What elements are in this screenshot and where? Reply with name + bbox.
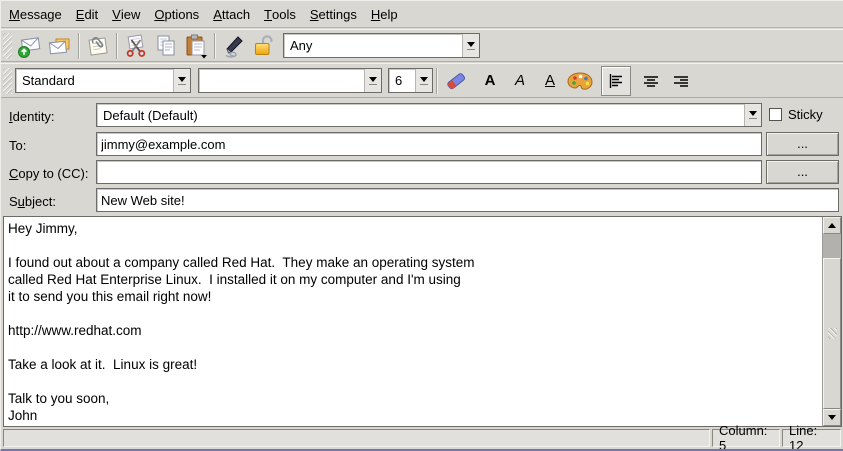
to-address-book-button[interactable]: ... xyxy=(766,132,839,156)
to-field-wrap xyxy=(96,132,762,156)
encrypt-button[interactable] xyxy=(249,31,279,61)
bold-icon: A xyxy=(485,72,496,89)
paste-icon xyxy=(183,33,209,59)
crypto-format-value: Any xyxy=(284,34,462,57)
font-size-combo[interactable]: 6 xyxy=(388,68,433,93)
arrow-up-icon xyxy=(828,223,836,228)
align-center-button[interactable] xyxy=(636,66,666,96)
align-center-icon xyxy=(642,72,660,90)
send-mail-icon xyxy=(17,33,43,59)
bold-button[interactable]: A xyxy=(475,66,505,96)
underline-icon: A xyxy=(545,72,555,89)
queue-button[interactable] xyxy=(45,31,75,61)
chevron-down-icon[interactable] xyxy=(415,69,432,92)
attach-button[interactable] xyxy=(83,31,113,61)
chevron-down-icon[interactable] xyxy=(744,104,761,126)
sticky-checkbox-row[interactable]: Sticky xyxy=(769,107,823,122)
chevron-down-icon[interactable] xyxy=(173,69,190,92)
font-size-value: 6 xyxy=(389,69,415,92)
chevron-down-icon[interactable] xyxy=(462,34,479,57)
align-left-icon xyxy=(607,72,625,90)
sign-button[interactable] xyxy=(219,31,249,61)
status-line-indicator: Line: 12 xyxy=(782,429,841,447)
italic-button[interactable]: A xyxy=(505,66,535,96)
scroll-up-button[interactable] xyxy=(823,217,841,234)
scrollbar-trough[interactable] xyxy=(823,234,841,258)
menu-tools[interactable]: Tools xyxy=(257,1,303,27)
menu-message[interactable]: Message xyxy=(2,1,69,27)
sign-message-icon xyxy=(221,33,247,59)
attach-file-icon xyxy=(85,33,111,59)
send-button[interactable] xyxy=(15,31,45,61)
status-message-panel xyxy=(3,429,710,447)
queue-mail-icon xyxy=(47,33,73,59)
to-input[interactable] xyxy=(97,133,761,155)
message-body-text[interactable]: Hey Jimmy, I found out about a company c… xyxy=(4,217,822,426)
paragraph-style-value: Standard xyxy=(16,69,173,92)
paragraph-style-combo[interactable]: Standard xyxy=(15,68,191,93)
cc-label: Copy to (CC): xyxy=(9,166,88,181)
main-toolbar: Any xyxy=(1,29,843,62)
grip-icon xyxy=(828,328,837,339)
cc-address-book-button[interactable]: ... xyxy=(766,160,839,184)
menu-settings[interactable]: Settings xyxy=(303,1,364,27)
eraser-icon xyxy=(443,68,469,94)
message-body-editor: Hey Jimmy, I found out about a company c… xyxy=(3,216,842,427)
toolbar-separator xyxy=(214,33,216,59)
format-toolbar: Standard 6 A A A xyxy=(1,63,843,98)
arrow-down-icon xyxy=(828,415,836,420)
chevron-down-icon[interactable] xyxy=(364,69,381,92)
copy-button[interactable] xyxy=(151,31,181,61)
italic-icon: A xyxy=(515,72,525,89)
cc-input[interactable] xyxy=(97,161,761,183)
subject-label: Subject: xyxy=(9,194,56,209)
identity-combo[interactable]: Default (Default) xyxy=(96,103,762,127)
email-composer-window: Message Edit View Options Attach Tools S… xyxy=(0,0,843,451)
align-right-button[interactable] xyxy=(666,66,696,96)
eraser-button[interactable] xyxy=(441,66,471,96)
menubar: Message Edit View Options Attach Tools S… xyxy=(1,1,843,28)
underline-button[interactable]: A xyxy=(535,66,565,96)
cut-button[interactable] xyxy=(121,31,151,61)
toolbar-separator xyxy=(116,33,118,59)
toolbar-separator xyxy=(436,68,438,94)
cc-field-wrap xyxy=(96,160,762,184)
subject-input[interactable] xyxy=(97,189,838,211)
encrypt-message-icon xyxy=(251,33,277,59)
menu-help[interactable]: Help xyxy=(364,1,405,27)
toolbar-drag-handle[interactable] xyxy=(3,33,12,59)
align-left-button[interactable] xyxy=(601,66,631,96)
identity-value: Default (Default) xyxy=(97,104,744,126)
menu-options[interactable]: Options xyxy=(147,1,206,27)
cut-icon xyxy=(123,33,149,59)
subject-field-wrap xyxy=(96,188,839,212)
menu-view[interactable]: View xyxy=(105,1,147,27)
font-family-combo[interactable] xyxy=(198,68,382,93)
to-label: To: xyxy=(9,138,26,153)
statusbar: Column: 5 Line: 12 xyxy=(1,427,843,449)
status-column-indicator: Column: 5 xyxy=(712,429,780,447)
copy-icon xyxy=(153,33,179,59)
sticky-checkbox[interactable] xyxy=(769,108,782,121)
sticky-label: Sticky xyxy=(788,107,823,122)
menu-edit[interactable]: Edit xyxy=(69,1,105,27)
font-family-value xyxy=(199,69,364,92)
text-color-button[interactable] xyxy=(565,66,595,96)
scrollbar-thumb[interactable] xyxy=(823,258,841,409)
identity-label: Identity: xyxy=(9,109,55,124)
toolbar-drag-handle[interactable] xyxy=(3,68,12,94)
paste-button[interactable] xyxy=(181,31,211,61)
crypto-format-combo[interactable]: Any xyxy=(283,33,480,58)
toolbar-separator xyxy=(78,33,80,59)
palette-icon xyxy=(566,68,594,94)
align-right-icon xyxy=(672,72,690,90)
editor-scrollbar[interactable] xyxy=(822,217,841,426)
menu-attach[interactable]: Attach xyxy=(206,1,257,27)
